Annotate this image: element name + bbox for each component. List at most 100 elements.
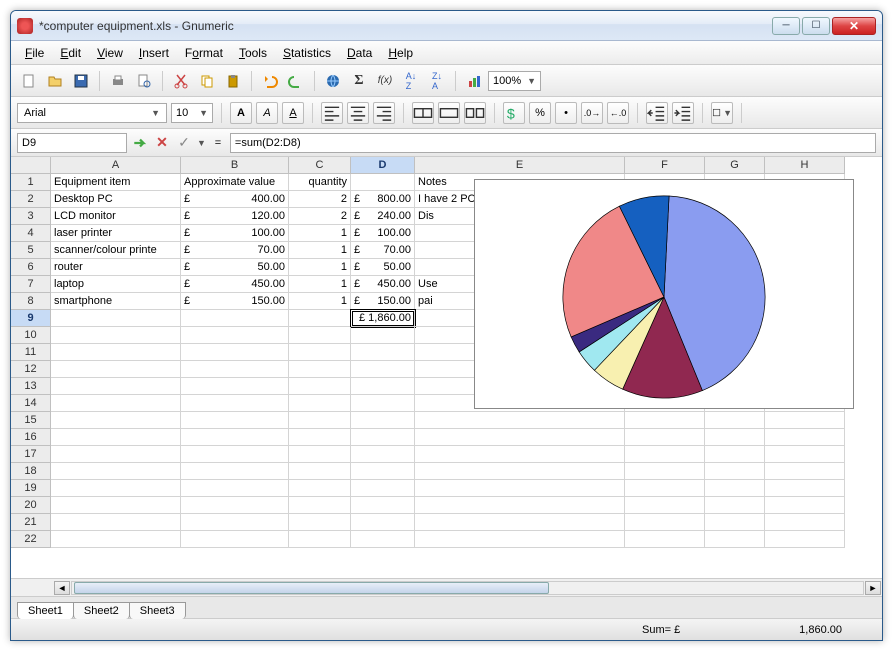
cell-B3[interactable]: £120.00 bbox=[181, 208, 289, 225]
underline-button[interactable]: A bbox=[282, 102, 304, 124]
cell-D9[interactable]: £ 1,860.00 bbox=[351, 310, 415, 327]
cell-G16[interactable] bbox=[705, 429, 765, 446]
cell-E17[interactable] bbox=[415, 446, 625, 463]
row-header-1[interactable]: 1 bbox=[11, 174, 51, 191]
cell-F16[interactable] bbox=[625, 429, 705, 446]
row-header-13[interactable]: 13 bbox=[11, 378, 51, 395]
cell-B14[interactable] bbox=[181, 395, 289, 412]
col-header-B[interactable]: B bbox=[181, 157, 289, 174]
cell-G21[interactable] bbox=[705, 514, 765, 531]
redo-icon[interactable] bbox=[284, 69, 308, 93]
scroll-left-button[interactable]: ◄ bbox=[54, 581, 70, 595]
accept-icon[interactable]: ✓ bbox=[175, 131, 193, 155]
cell-H20[interactable] bbox=[765, 497, 845, 514]
sheet-tab-2[interactable]: Sheet2 bbox=[73, 602, 130, 619]
cell-C21[interactable] bbox=[289, 514, 351, 531]
font-size-combo[interactable]: 10▼ bbox=[171, 103, 213, 123]
cell-C9[interactable] bbox=[289, 310, 351, 327]
cell-C17[interactable] bbox=[289, 446, 351, 463]
row-header-20[interactable]: 20 bbox=[11, 497, 51, 514]
row-header-14[interactable]: 14 bbox=[11, 395, 51, 412]
cell-D1[interactable] bbox=[351, 174, 415, 191]
cell-D10[interactable] bbox=[351, 327, 415, 344]
cell-A9[interactable] bbox=[51, 310, 181, 327]
cell-A7[interactable]: laptop bbox=[51, 276, 181, 293]
cell-G18[interactable] bbox=[705, 463, 765, 480]
cell-B13[interactable] bbox=[181, 378, 289, 395]
open-icon[interactable] bbox=[43, 69, 67, 93]
menu-statistics[interactable]: Statistics bbox=[275, 43, 339, 63]
cell-D8[interactable]: £150.00 bbox=[351, 293, 415, 310]
col-header-E[interactable]: E bbox=[415, 157, 625, 174]
cell-D3[interactable]: £240.00 bbox=[351, 208, 415, 225]
cell-F19[interactable] bbox=[625, 480, 705, 497]
row-header-6[interactable]: 6 bbox=[11, 259, 51, 276]
menu-data[interactable]: Data bbox=[339, 43, 380, 63]
sort-desc-icon[interactable]: Z↓A bbox=[425, 69, 449, 93]
cell-C2[interactable]: 2 bbox=[289, 191, 351, 208]
cell-A19[interactable] bbox=[51, 480, 181, 497]
titlebar[interactable]: *computer equipment.xls - Gnumeric ─ ☐ ✕ bbox=[11, 11, 882, 41]
sheet-tab-1[interactable]: Sheet1 bbox=[17, 602, 74, 619]
cell-E15[interactable] bbox=[415, 412, 625, 429]
merge-center-button[interactable] bbox=[412, 102, 434, 124]
cell-B7[interactable]: £450.00 bbox=[181, 276, 289, 293]
cell-E18[interactable] bbox=[415, 463, 625, 480]
cell-F22[interactable] bbox=[625, 531, 705, 548]
cell-C16[interactable] bbox=[289, 429, 351, 446]
cell-C18[interactable] bbox=[289, 463, 351, 480]
scroll-thumb[interactable] bbox=[74, 582, 549, 594]
row-header-15[interactable]: 15 bbox=[11, 412, 51, 429]
cell-E19[interactable] bbox=[415, 480, 625, 497]
cell-E22[interactable] bbox=[415, 531, 625, 548]
row-header-11[interactable]: 11 bbox=[11, 344, 51, 361]
increase-decimal-button[interactable]: .0→ bbox=[581, 102, 603, 124]
new-icon[interactable] bbox=[17, 69, 41, 93]
cell-C4[interactable]: 1 bbox=[289, 225, 351, 242]
cell-B18[interactable] bbox=[181, 463, 289, 480]
cell-reference-input[interactable]: D9 bbox=[17, 133, 127, 153]
cell-A17[interactable] bbox=[51, 446, 181, 463]
cancel-icon[interactable]: ✕ bbox=[153, 131, 171, 155]
cell-B6[interactable]: £50.00 bbox=[181, 259, 289, 276]
cell-A1[interactable]: Equipment item bbox=[51, 174, 181, 191]
scroll-right-button[interactable]: ► bbox=[865, 581, 881, 595]
cell-D4[interactable]: £100.00 bbox=[351, 225, 415, 242]
cell-C8[interactable]: 1 bbox=[289, 293, 351, 310]
cell-G17[interactable] bbox=[705, 446, 765, 463]
function-icon[interactable]: f(x) bbox=[373, 69, 397, 93]
cell-B11[interactable] bbox=[181, 344, 289, 361]
cell-A11[interactable] bbox=[51, 344, 181, 361]
cell-B10[interactable] bbox=[181, 327, 289, 344]
cell-B19[interactable] bbox=[181, 480, 289, 497]
cell-G19[interactable] bbox=[705, 480, 765, 497]
menu-view[interactable]: View bbox=[89, 43, 131, 63]
cell-F20[interactable] bbox=[625, 497, 705, 514]
cell-A16[interactable] bbox=[51, 429, 181, 446]
cell-H18[interactable] bbox=[765, 463, 845, 480]
cell-B15[interactable] bbox=[181, 412, 289, 429]
cell-D20[interactable] bbox=[351, 497, 415, 514]
decrease-decimal-button[interactable]: ←.0 bbox=[607, 102, 629, 124]
menu-edit[interactable]: Edit bbox=[52, 43, 89, 63]
row-header-8[interactable]: 8 bbox=[11, 293, 51, 310]
menu-tools[interactable]: Tools bbox=[231, 43, 275, 63]
col-header-A[interactable]: A bbox=[51, 157, 181, 174]
cut-icon[interactable] bbox=[169, 69, 193, 93]
cell-A22[interactable] bbox=[51, 531, 181, 548]
cell-A14[interactable] bbox=[51, 395, 181, 412]
cell-B17[interactable] bbox=[181, 446, 289, 463]
bold-button[interactable]: A bbox=[230, 102, 252, 124]
cell-D6[interactable]: £50.00 bbox=[351, 259, 415, 276]
decrease-indent-button[interactable] bbox=[646, 102, 668, 124]
align-center-button[interactable] bbox=[347, 102, 369, 124]
row-header-5[interactable]: 5 bbox=[11, 242, 51, 259]
maximize-button[interactable]: ☐ bbox=[802, 17, 830, 35]
row-header-17[interactable]: 17 bbox=[11, 446, 51, 463]
borders-button[interactable]: ▼ bbox=[711, 102, 733, 124]
cell-C13[interactable] bbox=[289, 378, 351, 395]
cell-A13[interactable] bbox=[51, 378, 181, 395]
cell-C14[interactable] bbox=[289, 395, 351, 412]
cell-H15[interactable] bbox=[765, 412, 845, 429]
cell-A12[interactable] bbox=[51, 361, 181, 378]
